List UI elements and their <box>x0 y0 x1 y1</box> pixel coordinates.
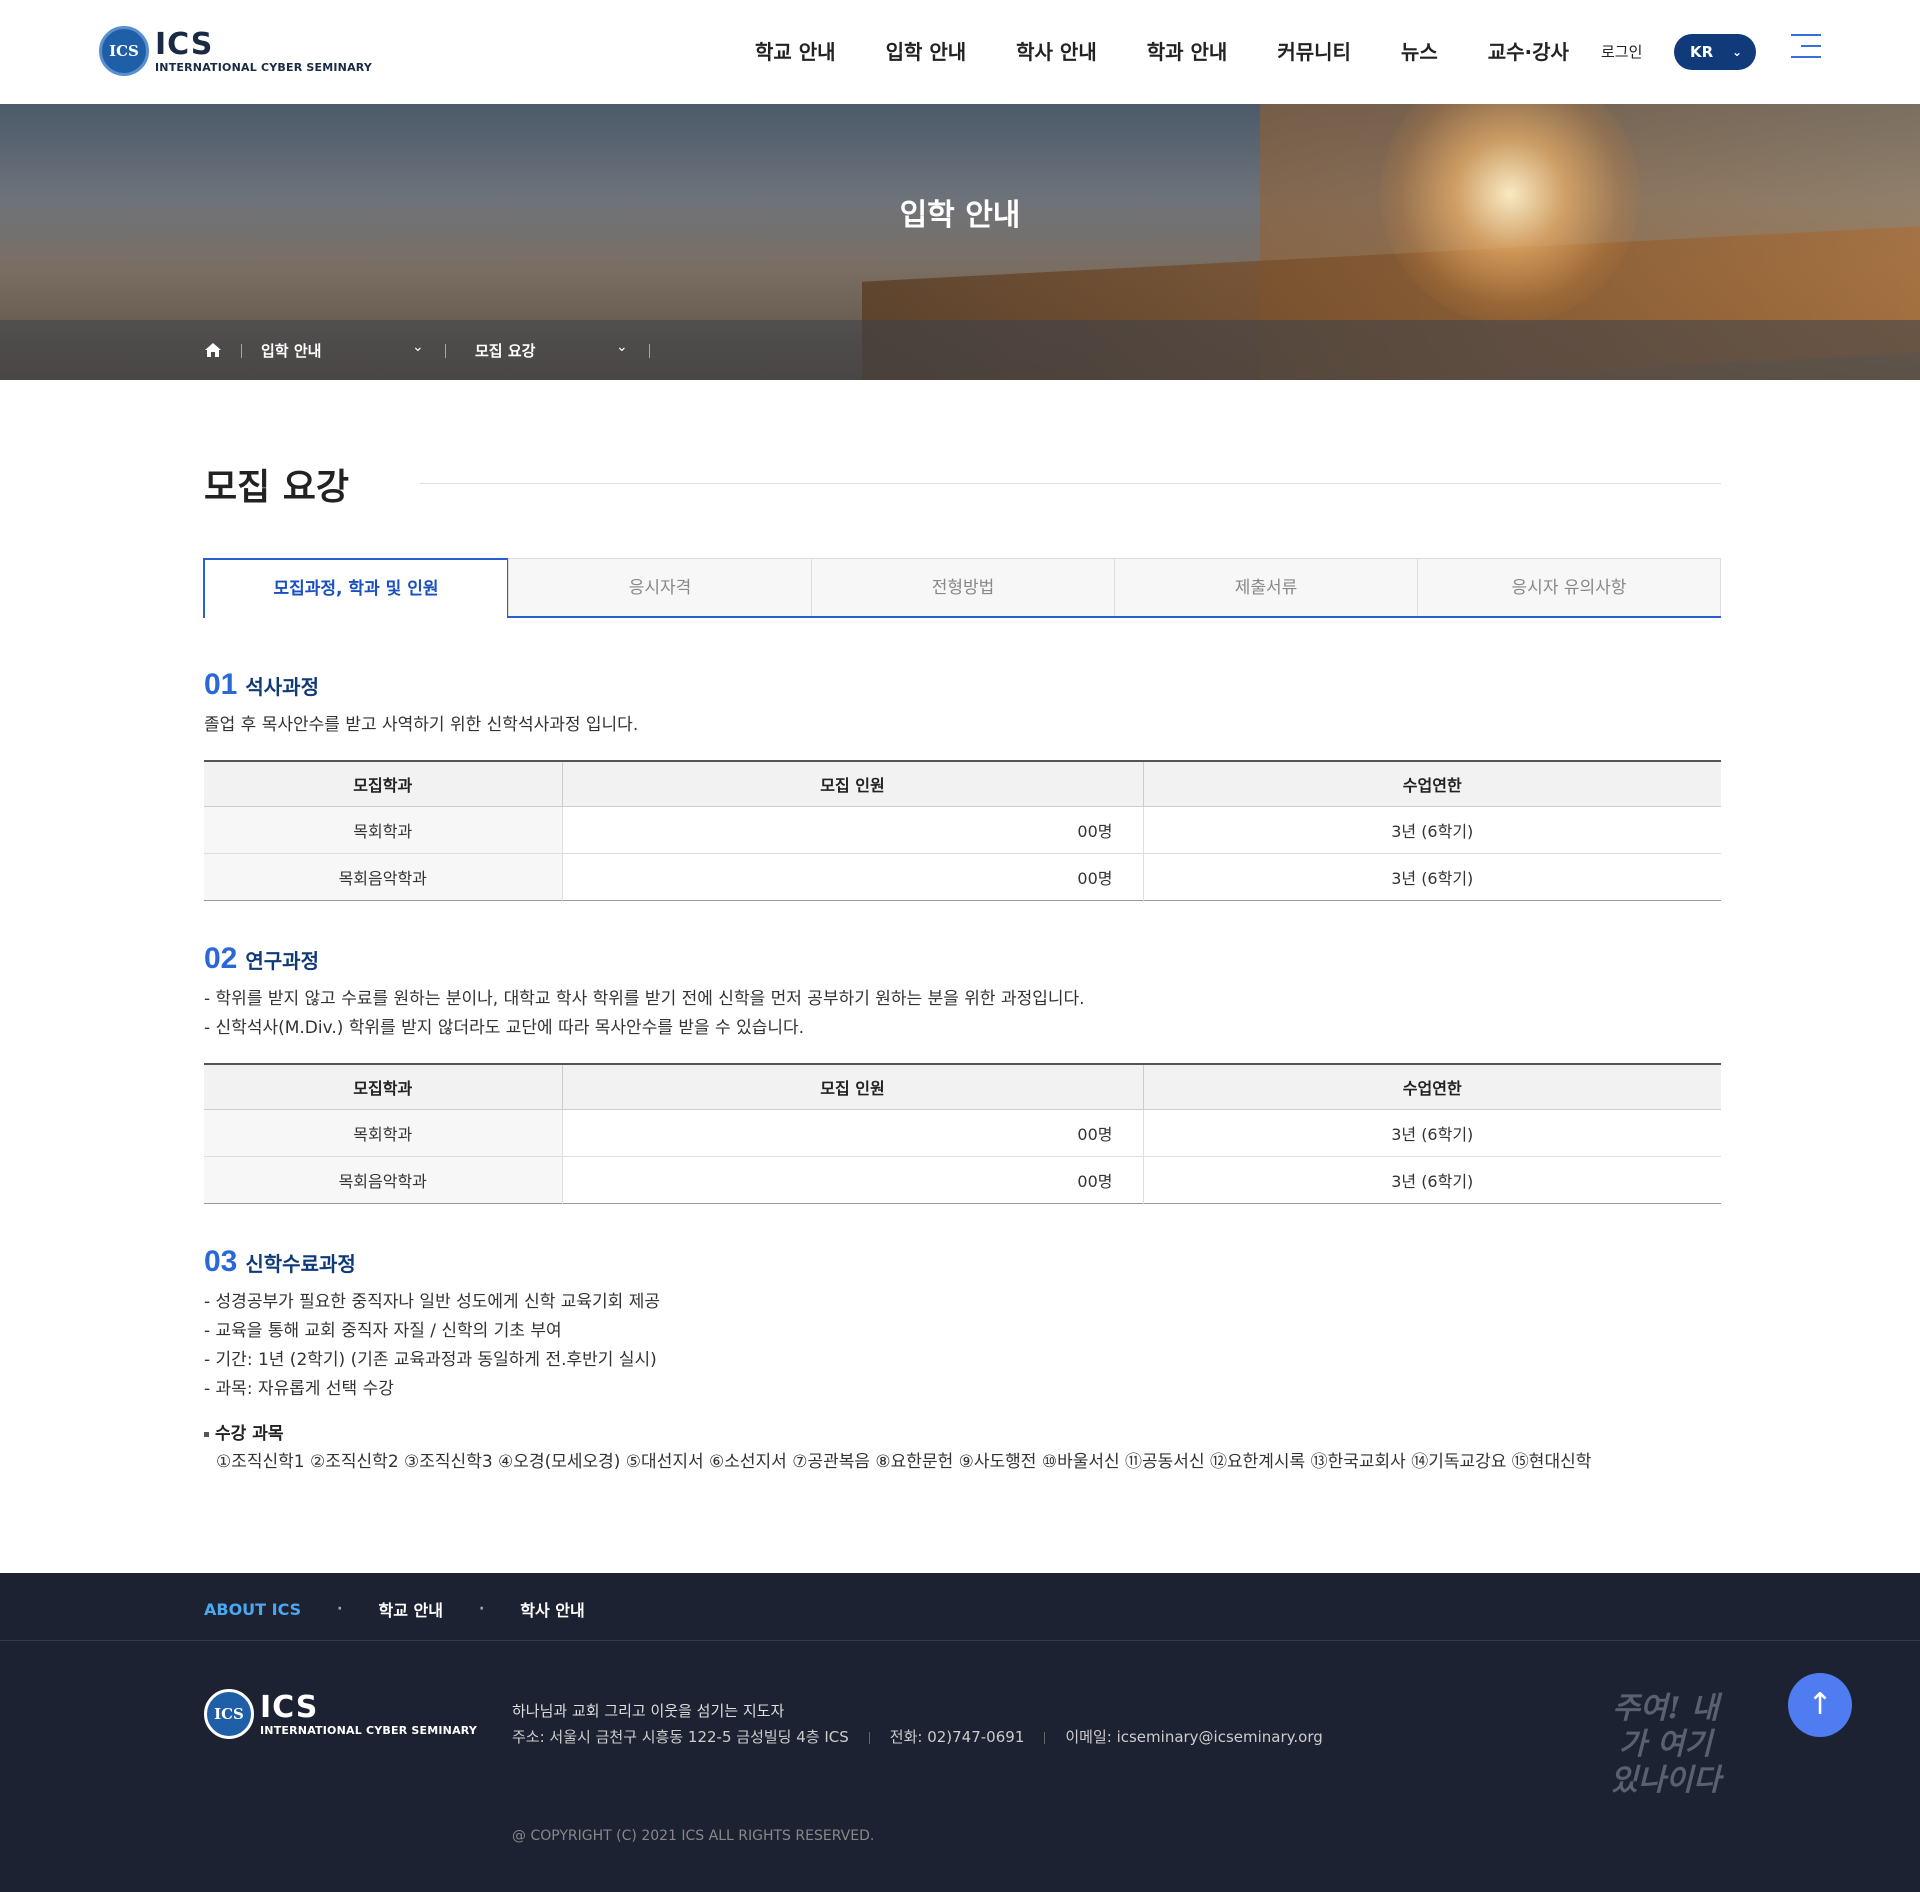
arrow-up-icon[interactable]: ↑ <box>1788 1673 1852 1737</box>
column-header: 모집 인원 <box>561 1064 1143 1110</box>
section-title: 신학수료과정 <box>245 1252 356 1276</box>
main-nav: 학교 안내 입학 안내 학사 안내 학과 안내 커뮤니티 뉴스 교수·강사 <box>755 36 1619 65</box>
footer-divider <box>0 1640 1920 1641</box>
table-cell: 목회음악학과 <box>204 853 562 900</box>
table-row: 목회학과 00명 3년 (6학기) <box>204 806 1721 854</box>
table-cell: 00명 <box>561 853 1143 900</box>
table-cell: 00명 <box>561 806 1143 854</box>
table-cell: 3년 (6학기) <box>1142 1109 1721 1157</box>
table-row: 목회음악학과 00명 3년 (6학기) <box>204 853 1721 900</box>
section-number: 02 <box>204 942 238 975</box>
subjects-list: ①조직신학1 ②조직신학2 ③조직신학3 ④오경(모세오경) ⑤대선지서 ⑥소선… <box>216 1452 1592 1472</box>
footer-link-school-info[interactable]: 학교 안내 <box>379 1597 443 1621</box>
logo-title: ICS <box>260 1689 319 1725</box>
nav-item-news[interactable]: 뉴스 <box>1401 36 1438 65</box>
chevron-down-icon[interactable]: ⌄ <box>616 339 628 355</box>
site-footer: ABOUT ICS · 학교 안내 · 학사 안내 ICS ICS INTERN… <box>0 1573 1920 1892</box>
nav-item-admission[interactable]: 입학 안내 <box>886 36 967 65</box>
hero-banner: 입학 안내 입학 안내 ⌄ 모집 요강 ⌄ <box>0 104 1920 380</box>
tab-bar: 모집과정, 학과 및 인원 응시자격 전형방법 제출서류 응시자 유의사항 <box>203 558 1721 618</box>
footer-phone: 전화: 02)747-0691 <box>889 1728 1025 1746</box>
home-icon[interactable] <box>204 342 222 358</box>
table-cell: 00명 <box>561 1156 1143 1203</box>
column-header: 수업연한 <box>1142 761 1721 807</box>
tab-eligibility[interactable]: 응시자격 <box>508 558 812 616</box>
hamburger-menu-icon[interactable] <box>1791 34 1821 62</box>
nav-item-faculty[interactable]: 교수·강사 <box>1488 36 1569 65</box>
logo-subtitle: INTERNATIONAL CYBER SEMINARY <box>260 1723 478 1737</box>
data-table: 모집학과 모집 인원 수업연한 목회학과 00명 3년 (6학기) 목회음악학과… <box>204 1063 1721 1204</box>
copyright: @ COPYRIGHT (C) 2021 ICS ALL RIGHTS RESE… <box>512 1828 875 1844</box>
section-title: 석사과정 <box>245 675 319 699</box>
column-header: 모집학과 <box>204 761 562 807</box>
breadcrumb-depth1[interactable]: 입학 안내 <box>261 340 321 361</box>
breadcrumb: 입학 안내 ⌄ 모집 요강 ⌄ <box>0 320 1920 380</box>
section-description: 졸업 후 목사안수를 받고 사역하기 위한 신학석사과정 입니다. <box>204 715 639 735</box>
site-header: ICS ICS INTERNATIONAL CYBER SEMINARY 학교 … <box>0 0 1920 104</box>
table-header-row: 모집학과 모집 인원 수업연한 <box>204 761 1721 807</box>
table-row: 목회음악학과 00명 3년 (6학기) <box>204 1156 1721 1203</box>
nav-item-school-info[interactable]: 학교 안내 <box>755 36 836 65</box>
table-cell: 3년 (6학기) <box>1142 806 1721 854</box>
table-cell: 목회음악학과 <box>204 1156 562 1203</box>
chevron-down-icon[interactable]: ⌄ <box>412 339 424 355</box>
tab-documents[interactable]: 제출서류 <box>1114 558 1418 616</box>
footer-email: 이메일: icseminary@icseminary.org <box>1065 1728 1323 1746</box>
footer-slogan: 하나님과 교회 그리고 이웃을 섬기는 지도자 <box>512 1702 785 1720</box>
data-table: 모집학과 모집 인원 수업연한 목회학과 00명 3년 (6학기) 목회음악학과… <box>204 760 1721 901</box>
tab-courses-departments[interactable]: 모집과정, 학과 및 인원 <box>203 558 509 618</box>
table-cell: 3년 (6학기) <box>1142 853 1721 900</box>
logo-seal: ICS <box>99 26 149 76</box>
footer-link-academic[interactable]: 학사 안내 <box>520 1597 584 1621</box>
language-select[interactable]: KR ⌄ <box>1674 34 1756 70</box>
column-header: 수업연한 <box>1142 1064 1721 1110</box>
language-label: KR <box>1690 43 1714 61</box>
table-cell: 목회학과 <box>204 806 562 854</box>
nav-item-academic[interactable]: 학사 안내 <box>1016 36 1097 65</box>
chevron-down-icon: ⌄ <box>1731 45 1742 59</box>
tab-applicant-notes[interactable]: 응시자 유의사항 <box>1417 558 1721 616</box>
nav-item-community[interactable]: 커뮤니티 <box>1277 36 1351 65</box>
footer-nav: ABOUT ICS · 학교 안내 · 학사 안내 <box>204 1597 585 1621</box>
section-heading: 02 연구과정 <box>204 942 319 976</box>
section-number: 01 <box>204 668 238 701</box>
calligraphy-motto: 주여! 내가 여기 있나이다 <box>1610 1691 1721 1798</box>
site-logo[interactable]: ICS ICS INTERNATIONAL CYBER SEMINARY <box>99 26 372 76</box>
footer-link-about[interactable]: ABOUT ICS <box>204 1600 301 1619</box>
table-header-row: 모집학과 모집 인원 수업연한 <box>204 1064 1721 1110</box>
section-description: - 성경공부가 필요한 중직자나 일반 성도에게 신학 교육기회 제공 - 교육… <box>204 1292 661 1399</box>
footer-logo: ICS ICS INTERNATIONAL CYBER SEMINARY <box>204 1689 477 1739</box>
footer-info: 하나님과 교회 그리고 이웃을 섬기는 지도자 주소: 서울시 금천구 시흥동 … <box>512 1698 1323 1750</box>
table-cell: 00명 <box>561 1109 1143 1157</box>
section-heading: 01 석사과정 <box>204 668 319 702</box>
section-heading: 03 신학수료과정 <box>204 1245 356 1279</box>
column-header: 모집학과 <box>204 1064 562 1110</box>
subjects-heading: 수강 과목 <box>204 1419 283 1444</box>
tab-selection-method[interactable]: 전형방법 <box>811 558 1115 616</box>
login-link[interactable]: 로그인 <box>1601 41 1642 62</box>
section-number: 03 <box>204 1245 238 1278</box>
logo-title: ICS <box>155 26 214 62</box>
logo-subtitle: INTERNATIONAL CYBER SEMINARY <box>155 60 373 74</box>
hero-title: 입학 안내 <box>899 198 1021 233</box>
footer-address: 주소: 서울시 금천구 시흥동 122-5 금성빌딩 4층 ICS <box>512 1728 849 1746</box>
title-divider <box>420 483 1721 484</box>
logo-seal: ICS <box>204 1689 254 1739</box>
breadcrumb-depth2[interactable]: 모집 요강 <box>475 340 535 361</box>
section-title: 연구과정 <box>245 949 319 973</box>
section-description: - 학위를 받지 않고 수료를 원하는 분이나, 대학교 학사 학위를 받기 전… <box>204 989 1085 1038</box>
column-header: 모집 인원 <box>561 761 1143 807</box>
table-cell: 3년 (6학기) <box>1142 1156 1721 1203</box>
table-cell: 목회학과 <box>204 1109 562 1157</box>
nav-item-departments[interactable]: 학과 안내 <box>1147 36 1228 65</box>
table-row: 목회학과 00명 3년 (6학기) <box>204 1109 1721 1157</box>
page-title: 모집 요강 <box>204 467 350 508</box>
